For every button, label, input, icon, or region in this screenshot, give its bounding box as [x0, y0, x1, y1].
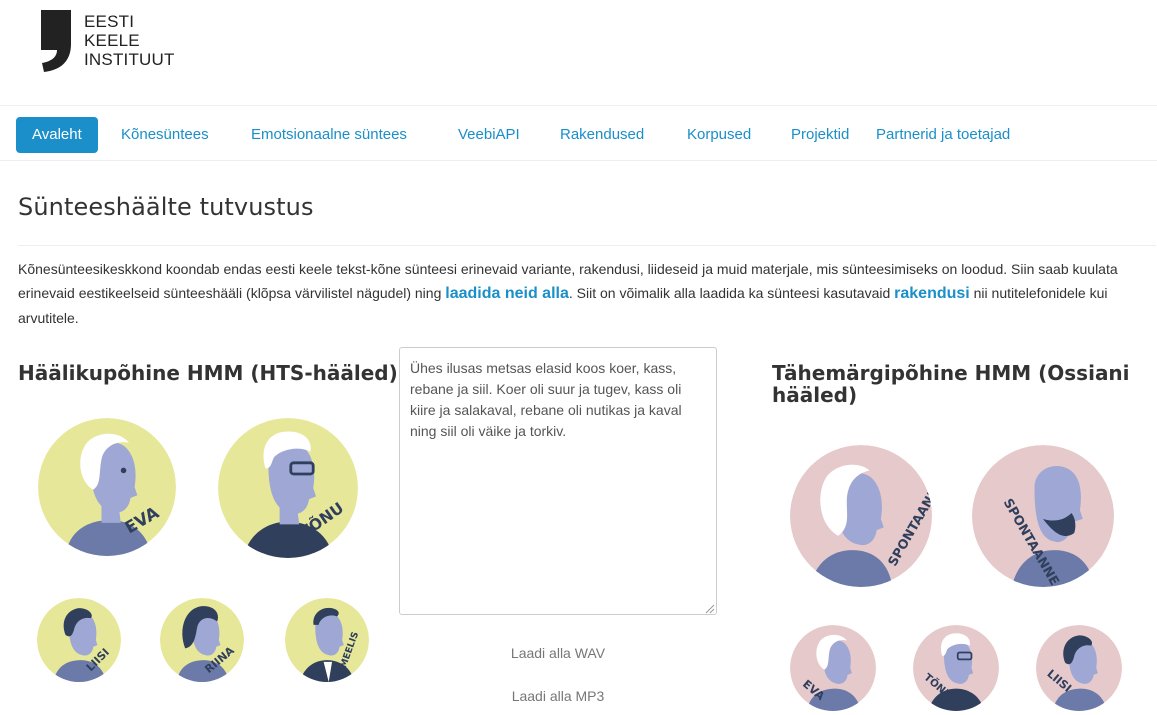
tonu-ossian-face-icon: TÕNU [913, 625, 999, 711]
logo-line-3: INSTITUUT [84, 50, 175, 69]
intro-text-2: . Siit on võimalik alla laadida ka sünte… [568, 285, 895, 301]
nav-item-emotsionaalne-suntees[interactable]: Emotsionaalne süntees [251, 117, 407, 153]
liisi-ossian-face-icon: LIISI [1036, 625, 1122, 711]
nav-item-avaleht[interactable]: Avaleht [16, 117, 98, 153]
eva-ossian-face-icon: EVA [790, 625, 876, 711]
applications-link[interactable]: rakendusi [894, 285, 970, 302]
voice-eva-ossian[interactable]: EVA [790, 625, 876, 711]
hts-voices-title: Häälikupõhine HMM (HTS-hääled) [18, 361, 398, 385]
main-navbar: Avaleht Kõnesüntees Emotsionaalne süntee… [0, 105, 1157, 161]
logo-line-1: EESTI [84, 12, 135, 31]
logo-text: EESTI KEELE INSTITUUT [84, 12, 175, 69]
logo-line-2: KEELE [84, 31, 140, 50]
liisi-face-icon: LIISI [37, 598, 121, 682]
spontaanne-female-face-icon: SPONTAANNE [790, 445, 932, 587]
synthesis-text-input[interactable]: Ühes ilusas metsas elasid koos koer, kas… [399, 347, 717, 615]
nav-item-rakendused[interactable]: Rakendused [560, 117, 644, 153]
nav-item-projektid[interactable]: Projektid [791, 117, 849, 153]
logo[interactable]: EESTI KEELE INSTITUUT [38, 10, 175, 72]
spontaanne-male-face-icon: SPONTAANNE [972, 445, 1114, 587]
tonu-face-icon: TÕNU [218, 418, 358, 558]
nav-item-korpused[interactable]: Korpused [687, 117, 751, 153]
voice-meelis-hts[interactable]: MEELIS [285, 598, 369, 682]
ossian-voices-title: Tähemärgipõhine HMM (Ossiani hääled) [772, 361, 1130, 407]
voice-tonu-ossian[interactable]: TÕNU [913, 625, 999, 711]
download-mp3-link[interactable]: Laadi alla MP3 [399, 688, 717, 704]
intro-paragraph: Kõnesünteesikeskkond koondab endas eesti… [18, 257, 1148, 330]
voice-tonu-hts[interactable]: TÕNU [218, 418, 358, 558]
voice-liisi-ossian[interactable]: LIISI [1036, 625, 1122, 711]
nav-item-konesuntees[interactable]: Kõnesüntees [121, 117, 209, 153]
logo-mark-icon [41, 10, 71, 72]
voice-riina-hts[interactable]: RIINA [160, 598, 244, 682]
nav-item-veebiapi[interactable]: VeebiAPI [458, 117, 520, 153]
nav-item-partnerid-ja-toetajad[interactable]: Partnerid ja toetajad [876, 117, 1010, 153]
meelis-face-icon: MEELIS [285, 598, 369, 682]
download-voices-link[interactable]: laadida neid alla [445, 285, 569, 302]
voice-spontaanne-female[interactable]: SPONTAANNE [790, 445, 932, 587]
resize-handle-icon[interactable] [703, 602, 715, 614]
voice-liisi-hts[interactable]: LIISI [37, 598, 121, 682]
voice-eva-hts[interactable]: EVA [38, 418, 176, 556]
page-title: Sünteeshäälte tutvustus [18, 193, 314, 221]
download-wav-link[interactable]: Laadi alla WAV [399, 645, 717, 661]
voice-spontaanne-male[interactable]: SPONTAANNE [972, 445, 1114, 587]
title-divider [18, 245, 1156, 246]
riina-face-icon: RIINA [160, 598, 244, 682]
eva-face-icon: EVA [38, 418, 176, 556]
